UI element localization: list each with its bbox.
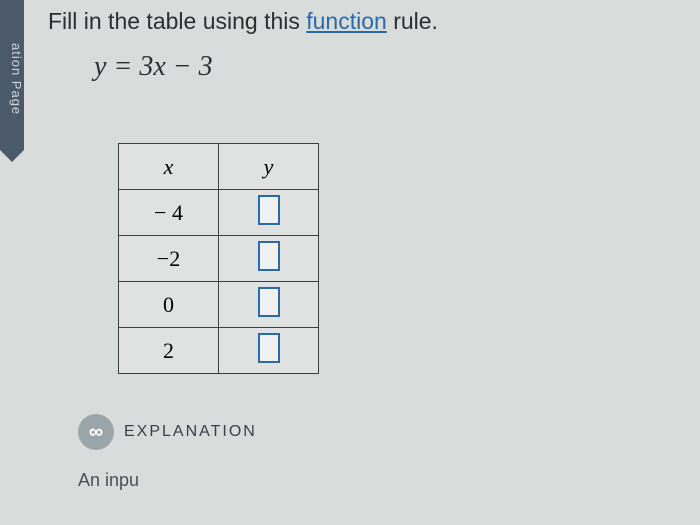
table-row: 0: [119, 282, 319, 328]
y-input[interactable]: [258, 241, 280, 271]
y-input[interactable]: [258, 195, 280, 225]
instruction-post: rule.: [387, 8, 438, 34]
table-header-row: x y: [119, 144, 319, 190]
y-cell: [219, 236, 319, 282]
function-rule-equation: y = 3x − 3: [94, 51, 684, 83]
x-cell: −2: [119, 236, 219, 282]
y-input[interactable]: [258, 287, 280, 317]
side-tab[interactable]: ation Page: [0, 0, 24, 150]
instruction-pre: Fill in the table using this: [48, 8, 306, 34]
function-table: x y − 4 −2 0 2: [118, 143, 319, 374]
question-content: Fill in the table using this function ru…: [32, 0, 700, 499]
y-input[interactable]: [258, 333, 280, 363]
explanation-label: EXPLANATION: [124, 423, 257, 441]
table-row: 2: [119, 328, 319, 374]
cutoff-text: An inpu: [78, 470, 684, 491]
y-cell: [219, 282, 319, 328]
y-cell: [219, 190, 319, 236]
function-link[interactable]: function: [306, 8, 387, 34]
x-cell: 0: [119, 282, 219, 328]
col-header-y: y: [219, 144, 319, 190]
col-header-x: x: [119, 144, 219, 190]
y-cell: [219, 328, 319, 374]
x-cell: − 4: [119, 190, 219, 236]
infinity-icon: ∞: [78, 414, 114, 450]
instruction-text: Fill in the table using this function ru…: [48, 8, 684, 35]
explanation-toggle[interactable]: ∞ EXPLANATION: [78, 414, 684, 450]
table-row: − 4: [119, 190, 319, 236]
x-cell: 2: [119, 328, 219, 374]
table-row: −2: [119, 236, 319, 282]
